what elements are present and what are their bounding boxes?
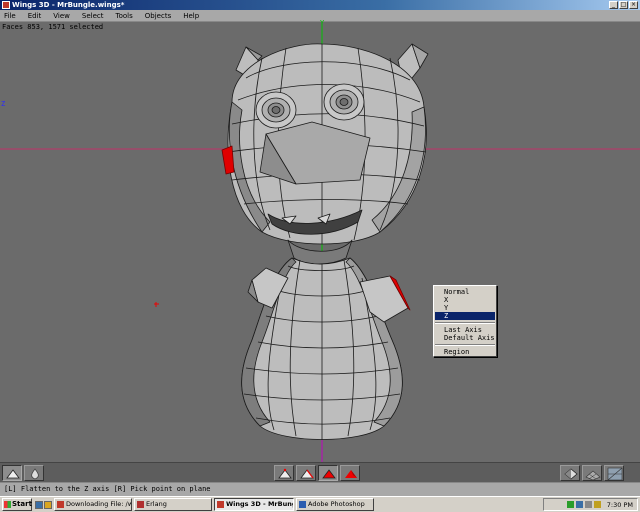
tray-network-icon[interactable]	[575, 501, 583, 508]
edge-mode-button[interactable]	[296, 465, 316, 481]
close-button[interactable]: ×	[629, 1, 638, 9]
shade-button[interactable]	[24, 465, 44, 481]
vertex-icon	[278, 468, 292, 479]
wings-app-icon	[2, 1, 10, 9]
y-axis-label: Y	[320, 19, 325, 27]
menu-edit[interactable]: Edit	[28, 10, 42, 22]
vertex-mode-button[interactable]	[274, 465, 294, 481]
groundplane-button[interactable]	[560, 465, 580, 481]
system-tray: 7:30 PM	[543, 498, 638, 511]
menu-item-normal[interactable]: Normal	[435, 288, 495, 296]
status-bar: [L] Flatten to the Z axis [R] Pick point…	[0, 482, 640, 496]
z-axis-label: Z	[1, 100, 6, 108]
folder-quicklaunch-icon[interactable]	[44, 500, 52, 509]
menu-view[interactable]: View	[53, 10, 70, 22]
menu-file[interactable]: File	[4, 10, 16, 22]
tray-volume-icon[interactable]	[584, 501, 592, 508]
selection-info: Faces 853, 1571 selected	[2, 23, 104, 31]
body-icon	[345, 470, 357, 478]
tray-icons	[566, 501, 601, 508]
title-bar[interactable]: Wings 3D - MrBungle.wings* _ □ ×	[0, 0, 640, 10]
grid-icon	[585, 470, 601, 481]
task-label: Adobe Photoshop	[308, 500, 365, 508]
menu-item-default-axis[interactable]: Default Axis	[435, 334, 495, 342]
task-label: Wings 3D - MrBungle....	[226, 500, 294, 508]
task-downloading[interactable]: Downloading File: /wings/...	[54, 498, 132, 511]
3d-viewport[interactable]: Y Z	[0, 19, 640, 462]
shaded-drop-icon	[31, 468, 39, 480]
menu-objects[interactable]: Objects	[145, 10, 171, 22]
body-mode-button[interactable]	[340, 465, 360, 481]
task-wings3d[interactable]: Wings 3D - MrBungle....	[214, 498, 294, 511]
wings3d-window: Wings 3D - MrBungle.wings* _ □ × File Ed…	[0, 0, 640, 496]
tray-app-icon[interactable]	[566, 501, 574, 508]
perspective-icon	[607, 467, 623, 481]
axes-button[interactable]	[582, 465, 602, 481]
smooth-preview-button[interactable]	[2, 465, 22, 481]
minimize-button[interactable]: _	[609, 1, 618, 9]
window-title: Wings 3D - MrBungle.wings*	[12, 1, 125, 9]
menu-separator	[435, 344, 495, 346]
task-erlang[interactable]: Erlang	[134, 498, 212, 511]
menu-tools[interactable]: Tools	[116, 10, 133, 22]
maximize-button[interactable]: □	[619, 1, 628, 9]
bottom-toolbar	[0, 462, 640, 482]
menu-item-last-axis[interactable]: Last Axis	[435, 326, 495, 334]
cube-icon	[564, 468, 578, 480]
task-photoshop[interactable]: Adobe Photoshop	[296, 498, 374, 511]
ie-quicklaunch-icon[interactable]	[35, 500, 43, 509]
menu-help[interactable]: Help	[183, 10, 199, 22]
task-label: Downloading File: /wings/...	[66, 500, 131, 508]
smooth-triangle-icon	[6, 469, 20, 479]
window-controls: _ □ ×	[609, 1, 638, 9]
perspective-button[interactable]	[604, 465, 624, 481]
start-button[interactable]: Start	[2, 498, 32, 511]
erlang-icon	[137, 501, 144, 508]
scene-canvas	[0, 22, 640, 462]
wings-icon	[217, 501, 224, 508]
windows-flag-icon	[4, 501, 11, 508]
menu-separator	[435, 322, 495, 324]
mr-bungle-model	[221, 43, 429, 440]
menu-item-region[interactable]: Region	[435, 348, 495, 356]
axis-popup-menu: Normal X Y Z Last Axis Default Axis Regi…	[433, 285, 497, 357]
menu-item-x[interactable]: X	[435, 296, 495, 304]
start-label: Start	[12, 500, 32, 508]
clock: 7:30 PM	[606, 500, 633, 509]
menu-item-z[interactable]: Z	[435, 312, 495, 320]
task-label: Erlang	[146, 500, 167, 508]
windows-taskbar: Start Downloading File: /wings/... Erlan…	[0, 496, 640, 512]
face-icon	[322, 469, 336, 479]
face-mode-button[interactable]	[318, 465, 338, 481]
photoshop-icon	[299, 501, 306, 508]
menu-select[interactable]: Select	[82, 10, 104, 22]
quick-launch	[35, 500, 52, 509]
tray-misc-icon[interactable]	[593, 501, 601, 508]
menu-item-y[interactable]: Y	[435, 304, 495, 312]
download-icon	[57, 501, 64, 508]
edge-icon	[300, 469, 314, 479]
